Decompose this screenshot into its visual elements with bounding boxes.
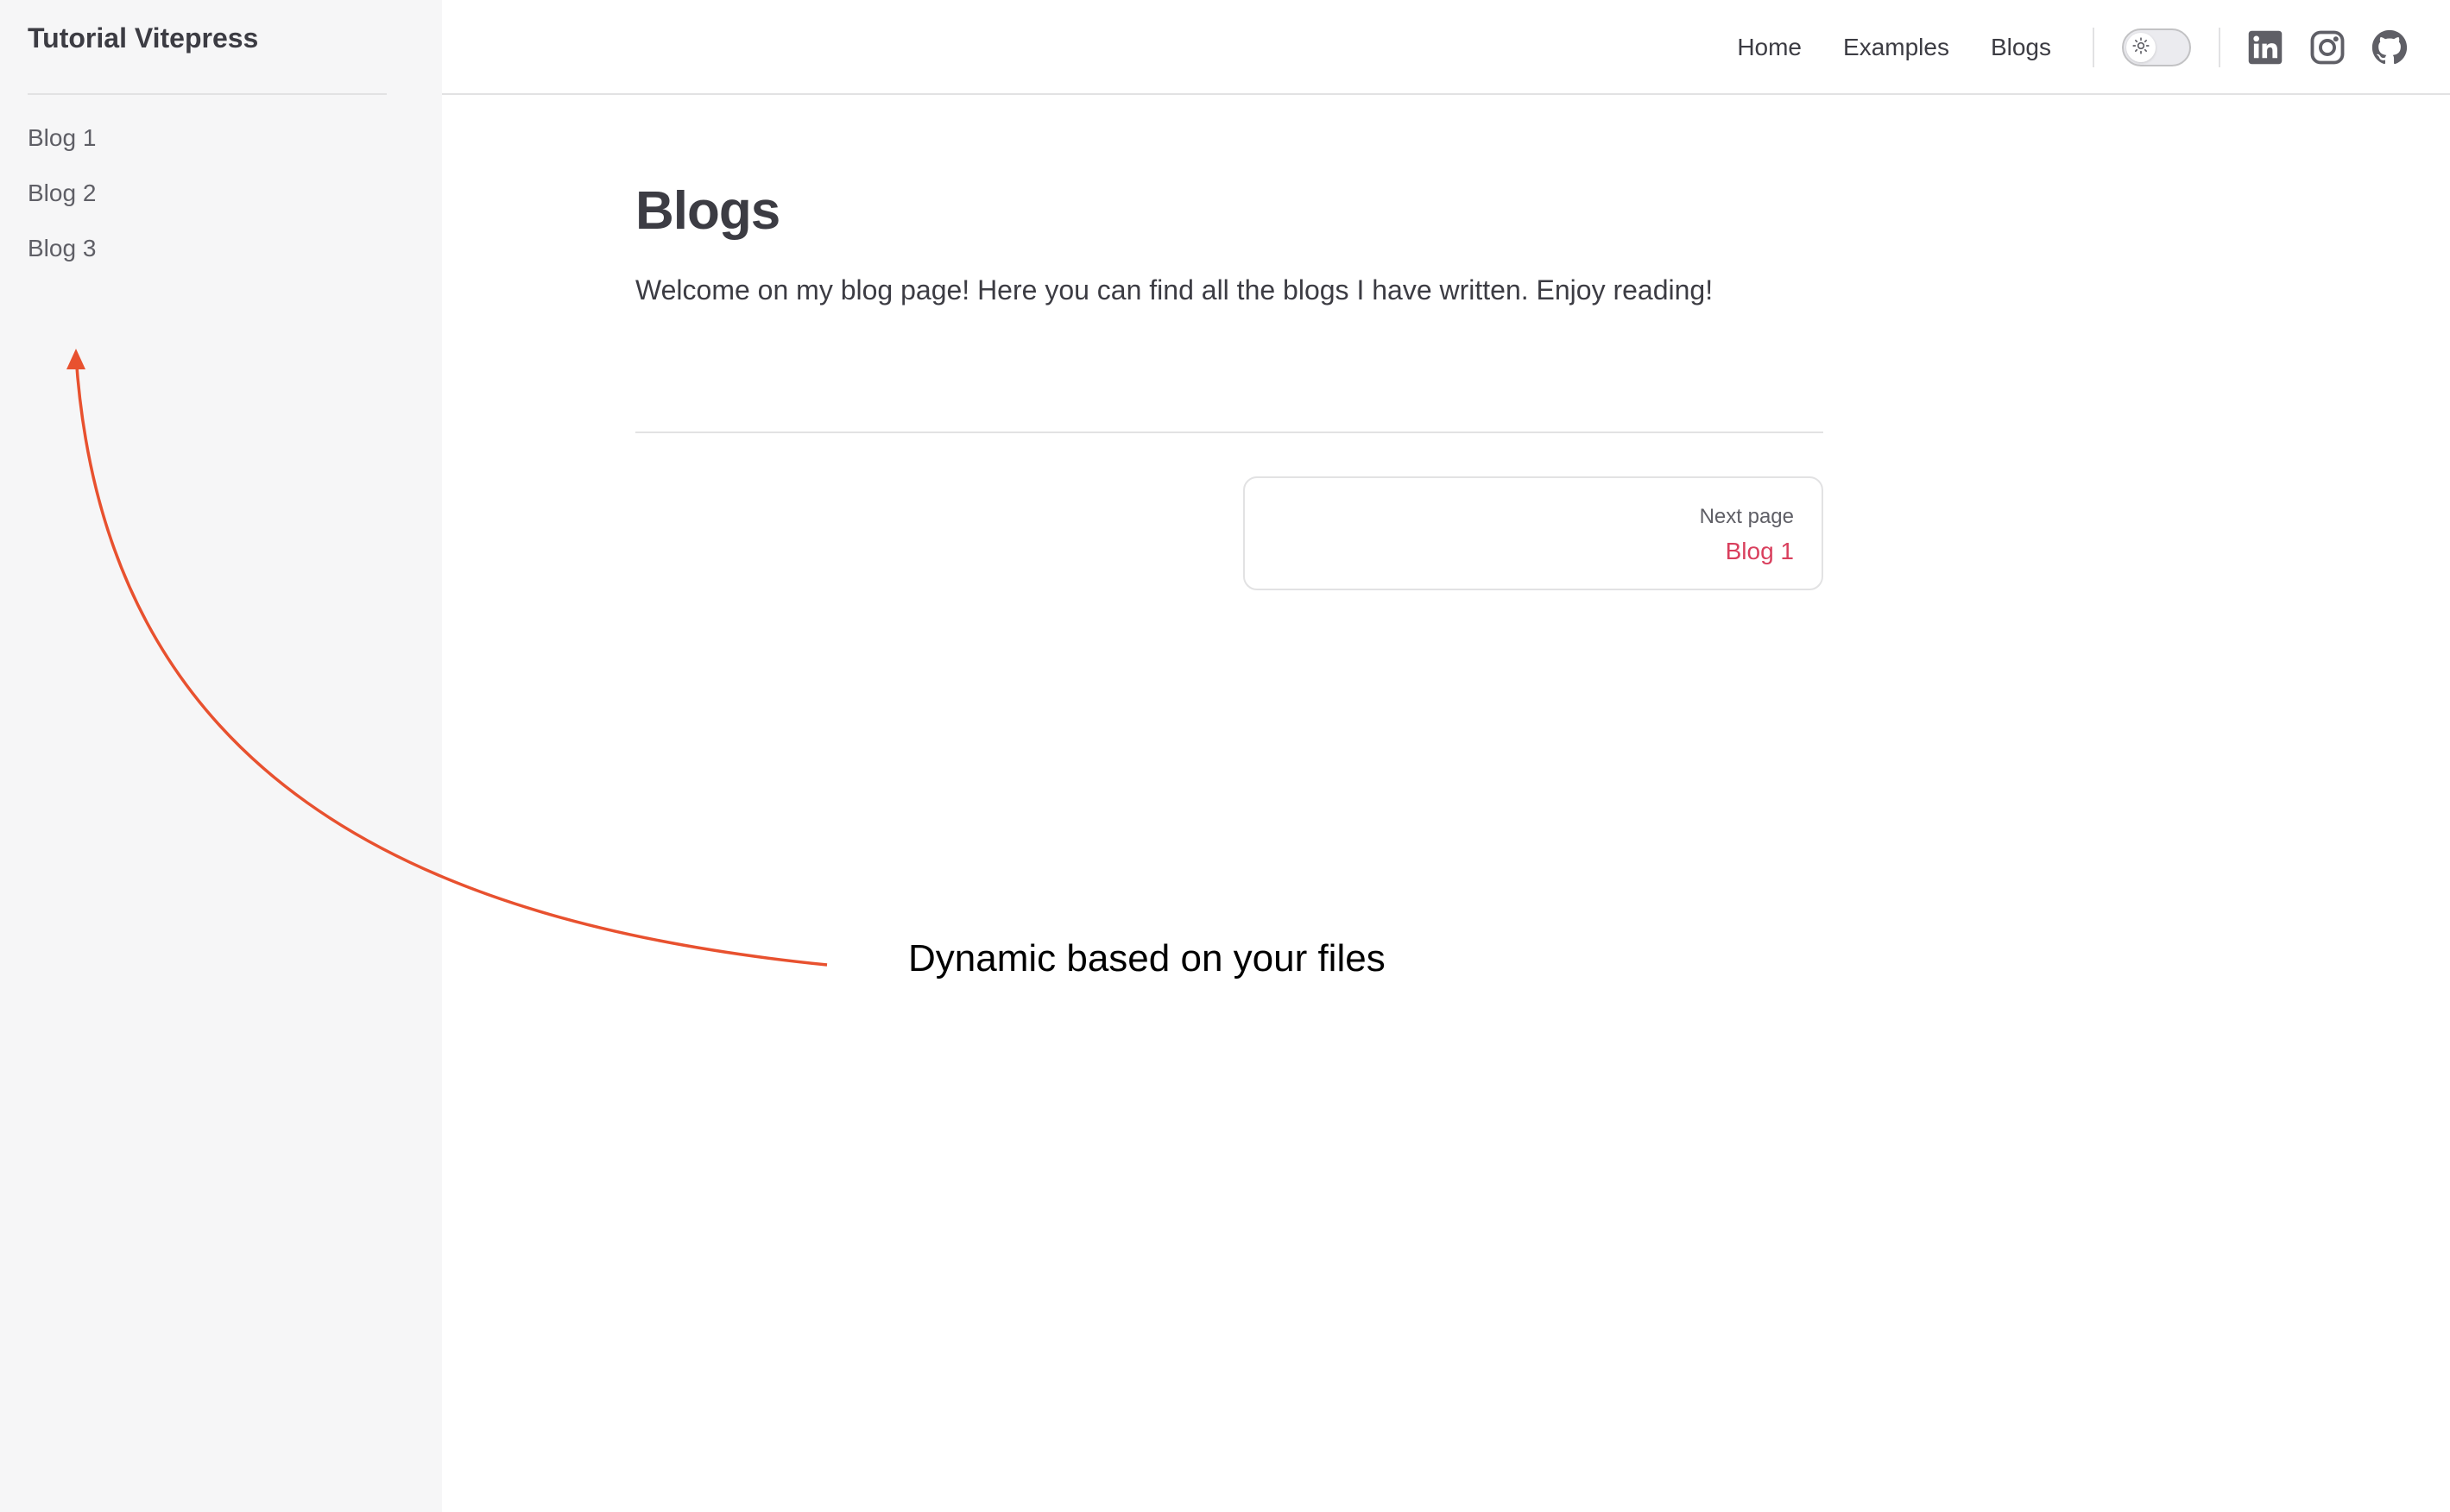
site-title[interactable]: Tutorial Vitepress — [28, 22, 258, 54]
sidebar: Tutorial Vitepress Blog 1 Blog 2 Blog 3 — [0, 0, 442, 1512]
sun-icon — [2132, 36, 2150, 59]
linkedin-icon[interactable] — [2246, 28, 2284, 66]
toggle-knob — [2126, 33, 2156, 62]
next-page-label: Next page — [1699, 505, 1794, 528]
content-divider — [635, 432, 1823, 433]
github-icon[interactable] — [2371, 28, 2409, 66]
annotation-text: Dynamic based on your files — [908, 937, 1386, 980]
nav-divider — [2219, 28, 2220, 67]
sidebar-nav: Blog 1 Blog 2 Blog 3 — [28, 123, 96, 288]
page-title: Blogs — [635, 181, 780, 241]
next-page-link[interactable]: Next page Blog 1 — [1243, 476, 1823, 590]
top-nav: Home Examples Blogs — [1737, 0, 2450, 95]
next-page-title: Blog 1 — [1725, 538, 1794, 564]
sidebar-item-blog-1[interactable]: Blog 1 — [28, 123, 96, 178]
instagram-icon[interactable] — [2308, 28, 2346, 66]
page: Tutorial Vitepress Blog 1 Blog 2 Blog 3 … — [0, 0, 2450, 1512]
nav-divider — [2093, 28, 2094, 67]
theme-toggle-switch[interactable] — [2122, 28, 2191, 66]
nav-link-blogs[interactable]: Blogs — [1991, 34, 2051, 61]
sidebar-item-blog-2[interactable]: Blog 2 — [28, 178, 96, 233]
nav-link-home[interactable]: Home — [1737, 34, 1802, 61]
main-content: Blogs Welcome on my blog page! Here you … — [635, 173, 1823, 311]
sidebar-divider — [28, 93, 387, 95]
intro-paragraph: Welcome on my blog page! Here you can fi… — [635, 274, 1714, 306]
sidebar-item-blog-3[interactable]: Blog 3 — [28, 233, 96, 288]
nav-link-examples[interactable]: Examples — [1843, 34, 1949, 61]
top-navigation-bar: Home Examples Blogs — [442, 0, 2450, 95]
